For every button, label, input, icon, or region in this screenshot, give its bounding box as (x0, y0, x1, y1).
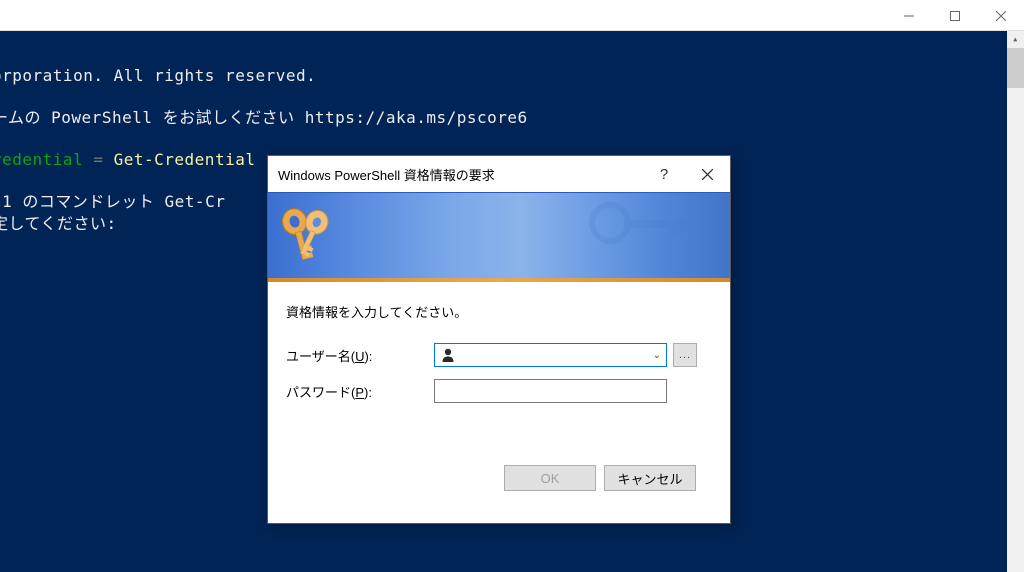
terminal-line: orporation. All rights reserved. (0, 65, 1007, 87)
cancel-button[interactable]: キャンセル (604, 465, 696, 491)
window-titlebar (0, 0, 1024, 31)
vertical-scrollbar[interactable]: ▴ (1007, 31, 1024, 572)
dropdown-arrow-icon[interactable]: ⌄ (648, 344, 666, 366)
browse-button[interactable]: ... (673, 343, 697, 367)
dialog-titlebar: Windows PowerShell 資格情報の要求 ? (268, 156, 730, 192)
dialog-title: Windows PowerShell 資格情報の要求 (278, 165, 644, 184)
terminal-line: ームの PowerShell をお試しください https://aka.ms/p… (0, 107, 1007, 129)
credential-dialog: Windows PowerShell 資格情報の要求 ? (267, 155, 731, 524)
key-background-icon (580, 198, 700, 278)
scrollbar-up-icon[interactable]: ▴ (1007, 31, 1024, 48)
maximize-button[interactable] (932, 0, 978, 31)
scrollbar-thumb[interactable] (1007, 48, 1024, 88)
dialog-help-button[interactable]: ? (644, 166, 684, 183)
username-input[interactable]: ⌄ (434, 343, 667, 367)
password-input[interactable] (434, 379, 667, 403)
ok-button[interactable]: OK (504, 465, 596, 491)
user-icon (439, 346, 457, 364)
close-button[interactable] (978, 0, 1024, 31)
dialog-close-button[interactable] (684, 156, 730, 192)
dialog-banner (268, 192, 730, 282)
password-label: パスワード(P): (286, 382, 434, 401)
username-field[interactable] (461, 348, 648, 363)
keys-icon (280, 203, 340, 268)
minimize-button[interactable] (886, 0, 932, 31)
dialog-instruction-text: 資格情報を入力してください。 (286, 302, 712, 321)
username-label: ユーザー名(U): (286, 346, 434, 365)
main-window: orporation. All rights reserved. ームの Pow… (0, 0, 1024, 572)
